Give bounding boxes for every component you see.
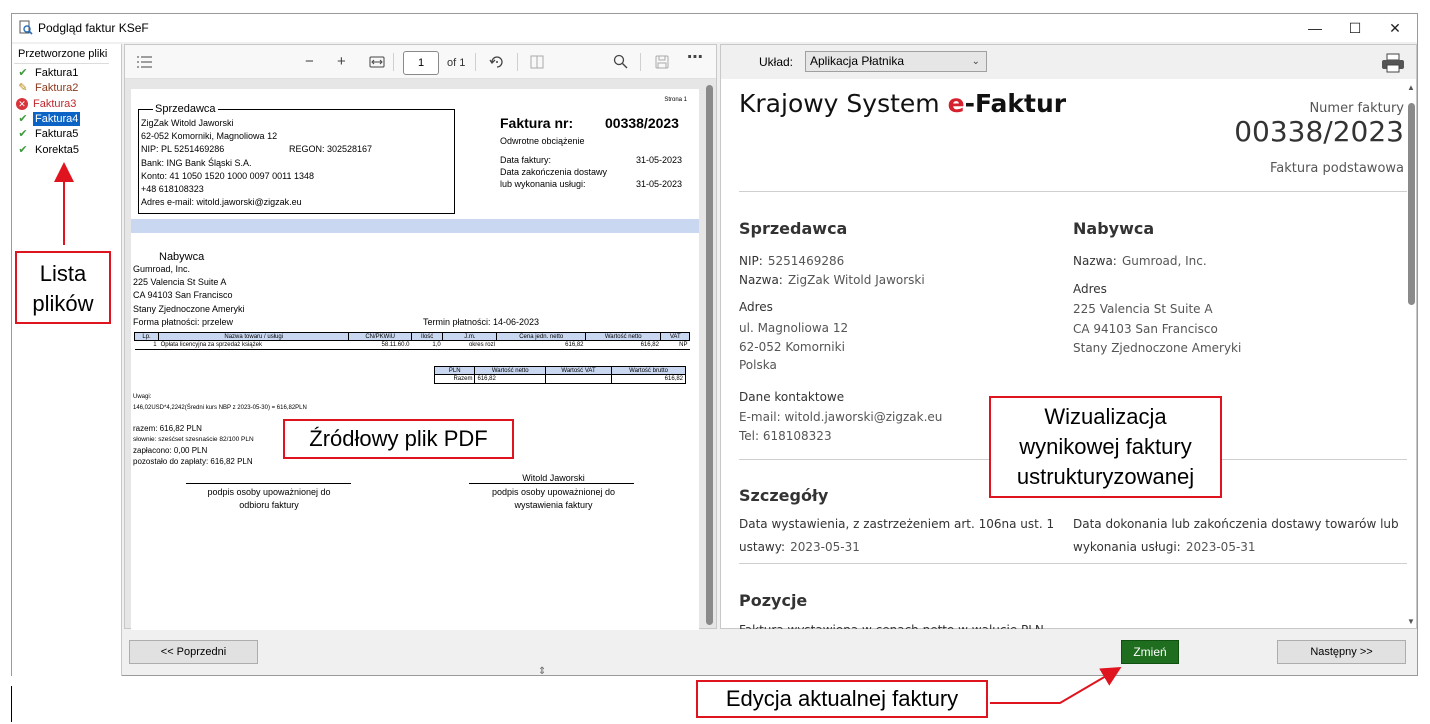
annotation-visualization-line2: wynikowej faktury: [1019, 434, 1192, 459]
annotation-visualization: Wizualizacja wynikowej faktury ustruktur…: [989, 396, 1222, 498]
annotation-file-list-line2: plików: [32, 291, 94, 316]
text-cursor: [11, 686, 12, 722]
annotation-arrows: [54, 162, 1122, 704]
annotation-visualization-line3: ustrukturyzowanej: [1016, 464, 1195, 489]
annotation-file-list: Lista plików: [15, 251, 111, 324]
arrow-to-change-button: [990, 666, 1122, 704]
annotation-visualization-line1: Wizualizacja: [1044, 404, 1167, 429]
annotation-file-list-line1: Lista: [39, 261, 87, 286]
annotation-source-pdf: Źródłowy plik PDF: [283, 419, 514, 459]
annotation-edit: Edycja aktualnej faktury: [696, 680, 988, 718]
